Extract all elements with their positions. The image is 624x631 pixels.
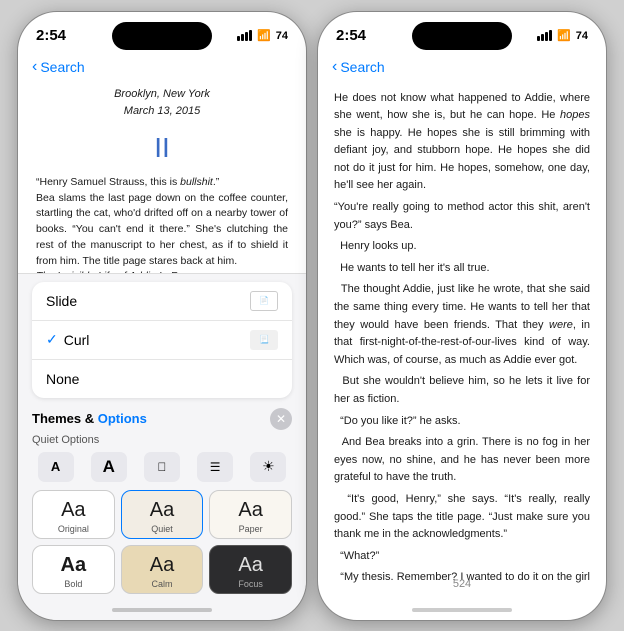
curl-icon: 📃 <box>250 330 278 350</box>
back-label-right: Search <box>340 59 384 75</box>
font-controls-row: A A 󰀀 ☰ ☀ <box>18 448 306 486</box>
left-phone: 2:54 📶 74 ‹ Search Bro <box>17 11 307 621</box>
slide-options-menu: Slide 📄 ✓ Curl 📃 None <box>32 282 292 398</box>
nav-bar-left: ‹ Search <box>18 56 306 80</box>
theme-focus[interactable]: Aa Focus <box>209 545 292 594</box>
font-decrease-button[interactable]: A <box>38 452 74 482</box>
dynamic-island <box>112 22 212 50</box>
phones-container: 2:54 📶 74 ‹ Search Bro <box>7 1 617 631</box>
theme-focus-aa: Aa <box>238 554 262 577</box>
curl-label: Curl <box>64 332 90 348</box>
back-button-right[interactable]: ‹ Search <box>332 58 385 76</box>
theme-bold[interactable]: Aa Bold <box>32 545 115 594</box>
chevron-left-icon: ‹ <box>32 58 37 76</box>
right-para-7: “Do you like it?” he asks. <box>334 413 590 431</box>
quiet-options-label: Quiet Options <box>18 434 306 448</box>
theme-calm-label: Calm <box>151 579 172 589</box>
slide-icon: 📄 <box>250 291 278 311</box>
right-para-10: “What?” <box>334 548 590 566</box>
theme-paper-label: Paper <box>239 524 263 534</box>
theme-bold-label: Bold <box>64 579 82 589</box>
page-number: 524 <box>453 578 471 590</box>
slide-option-slide[interactable]: Slide 📄 <box>32 282 292 321</box>
chapter-number: II <box>36 126 288 169</box>
theme-quiet-label: Quiet <box>151 524 173 534</box>
theme-original-label: Original <box>58 524 89 534</box>
signal-icon <box>237 30 252 41</box>
theme-grid: Aa Original Aa Quiet Aa Paper Aa Bold Aa <box>18 486 306 600</box>
theme-focus-label: Focus <box>238 579 263 589</box>
theme-calm-aa: Aa <box>150 554 174 577</box>
themes-title: Themes & Options <box>32 411 147 426</box>
home-indicator-left <box>112 608 212 612</box>
brightness-button[interactable]: ☀ <box>250 452 286 482</box>
theme-calm[interactable]: Aa Calm <box>121 545 204 594</box>
theme-paper[interactable]: Aa Paper <box>209 490 292 539</box>
font-increase-button[interactable]: A <box>91 452 127 482</box>
book-header: Brooklyn, New YorkMarch 13, 2015 <box>36 86 288 120</box>
themes-header: Themes & Options ✕ <box>18 404 306 434</box>
slide-option-curl[interactable]: ✓ Curl 📃 <box>32 321 292 360</box>
theme-original-aa: Aa <box>61 499 85 522</box>
right-para-8: And Bea breaks into a grin. There is no … <box>334 434 590 487</box>
theme-quiet-aa: Aa <box>150 499 174 522</box>
close-button[interactable]: ✕ <box>270 408 292 430</box>
none-label: None <box>46 371 79 387</box>
checkmark-icon: ✓ <box>46 331 58 348</box>
font-list-button[interactable]: ☰ <box>197 452 233 482</box>
theme-original[interactable]: Aa Original <box>32 490 115 539</box>
right-para-6: But she wouldn't believe him, so he lets… <box>334 373 590 408</box>
right-para-4: He wants to tell her it's all true. <box>334 260 590 278</box>
dynamic-island-right <box>412 22 512 50</box>
back-label-left: Search <box>40 59 84 75</box>
back-button-left[interactable]: ‹ Search <box>32 58 85 76</box>
time-right: 2:54 <box>336 27 366 44</box>
theme-quiet[interactable]: Aa Quiet <box>121 490 204 539</box>
theme-bold-aa: Aa <box>61 554 87 577</box>
right-para-9: “It's good, Henry,” she says. “It's real… <box>334 491 590 544</box>
book-content-left: Brooklyn, New YorkMarch 13, 2015 II “Hen… <box>18 80 306 300</box>
wifi-icon-right: 📶 <box>557 29 571 42</box>
theme-paper-aa: Aa <box>238 499 262 522</box>
slide-label: Slide <box>46 293 77 309</box>
font-style-button[interactable]: 󰀀 <box>144 452 180 482</box>
status-icons-right: 📶 74 <box>537 29 588 42</box>
right-phone: 2:54 📶 74 ‹ Search He does not <box>317 11 607 621</box>
right-para-1: He does not know what happened to Addie,… <box>334 90 590 196</box>
none-icon <box>250 369 278 389</box>
book-content-right: He does not know what happened to Addie,… <box>318 80 606 588</box>
nav-bar-right: ‹ Search <box>318 56 606 80</box>
time-left: 2:54 <box>36 27 66 44</box>
slide-option-none[interactable]: None <box>32 360 292 398</box>
status-icons-left: 📶 74 <box>237 29 288 42</box>
right-para-5: The thought Addie, just like he wrote, t… <box>334 281 590 369</box>
home-indicator-right <box>412 608 512 612</box>
signal-icon-right <box>537 30 552 41</box>
chevron-left-icon-right: ‹ <box>332 58 337 76</box>
right-para-3: Henry looks up. <box>334 238 590 256</box>
right-para-2: “You're really going to method actor thi… <box>334 199 590 234</box>
battery-right: 74 <box>576 30 588 42</box>
battery-left: 74 <box>276 30 288 42</box>
wifi-icon: 📶 <box>257 29 271 42</box>
bottom-panel: Slide 📄 ✓ Curl 📃 None <box>18 273 306 620</box>
